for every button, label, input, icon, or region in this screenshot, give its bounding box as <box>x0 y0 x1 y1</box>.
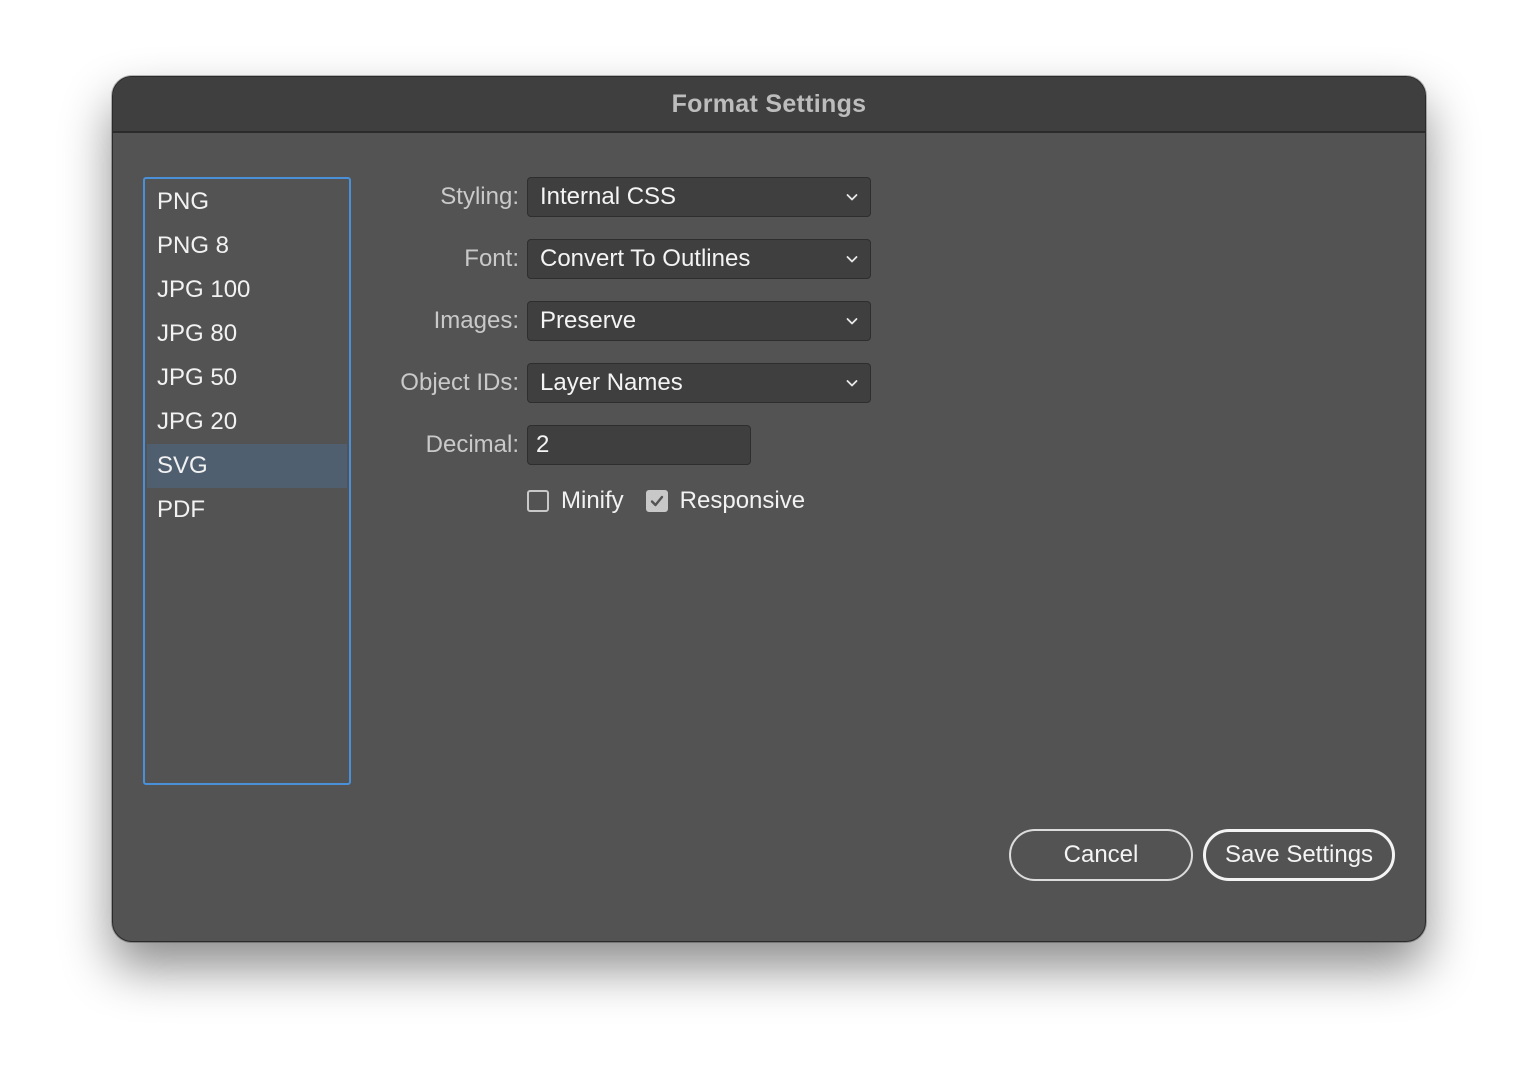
title-bar[interactable]: Format Settings <box>113 77 1425 133</box>
chevron-down-icon <box>846 318 858 325</box>
font-label: Font: <box>464 245 519 272</box>
format-settings-dialog: Format Settings PNG PNG 8 JPG 100 JPG 80… <box>112 76 1426 942</box>
styling-value: Internal CSS <box>540 183 677 210</box>
object-ids-select[interactable]: Layer Names <box>527 363 871 403</box>
minify-label: Minify <box>561 487 624 514</box>
font-select[interactable]: Convert To Outlines <box>527 239 871 279</box>
decimal-row: Decimal: <box>363 425 751 465</box>
options-checkboxes: Minify Responsive <box>527 487 827 515</box>
object-ids-label: Object IDs: <box>400 369 519 396</box>
format-item-svg[interactable]: SVG <box>147 444 347 488</box>
responsive-option[interactable]: Responsive <box>645 487 806 515</box>
chevron-down-icon <box>846 380 858 387</box>
format-item-png[interactable]: PNG <box>147 180 347 224</box>
cancel-button[interactable]: Cancel <box>1009 829 1193 881</box>
images-label: Images: <box>433 307 519 334</box>
decimal-label: Decimal: <box>425 431 519 458</box>
format-item-jpg100[interactable]: JPG 100 <box>147 268 347 312</box>
format-item-png8[interactable]: PNG 8 <box>147 224 347 268</box>
font-value: Convert To Outlines <box>540 245 751 272</box>
save-settings-button[interactable]: Save Settings <box>1203 829 1395 881</box>
chevron-down-icon <box>846 194 858 201</box>
dialog-title: Format Settings <box>671 89 867 118</box>
images-value: Preserve <box>540 307 637 334</box>
minify-option[interactable]: Minify <box>527 487 624 515</box>
responsive-label: Responsive <box>679 487 806 514</box>
minify-checkbox[interactable] <box>527 490 549 512</box>
chevron-down-icon <box>846 256 858 263</box>
styling-label: Styling: <box>440 183 519 210</box>
format-item-jpg20[interactable]: JPG 20 <box>147 400 347 444</box>
format-item-jpg50[interactable]: JPG 50 <box>147 356 347 400</box>
font-row: Font: Convert To Outlines <box>363 239 871 279</box>
styling-row: Styling: Internal CSS <box>363 177 871 217</box>
format-item-pdf[interactable]: PDF <box>147 488 347 532</box>
responsive-checkbox[interactable] <box>645 490 668 512</box>
object-ids-row: Object IDs: Layer Names <box>363 363 871 403</box>
format-list[interactable]: PNG PNG 8 JPG 100 JPG 80 JPG 50 JPG 20 S… <box>143 177 351 785</box>
images-select[interactable]: Preserve <box>527 301 871 341</box>
images-row: Images: Preserve <box>363 301 871 341</box>
decimal-input[interactable] <box>527 425 751 465</box>
format-item-jpg80[interactable]: JPG 80 <box>147 312 347 356</box>
object-ids-value: Layer Names <box>540 369 683 396</box>
checkmark-icon <box>650 495 663 507</box>
styling-select[interactable]: Internal CSS <box>527 177 871 217</box>
